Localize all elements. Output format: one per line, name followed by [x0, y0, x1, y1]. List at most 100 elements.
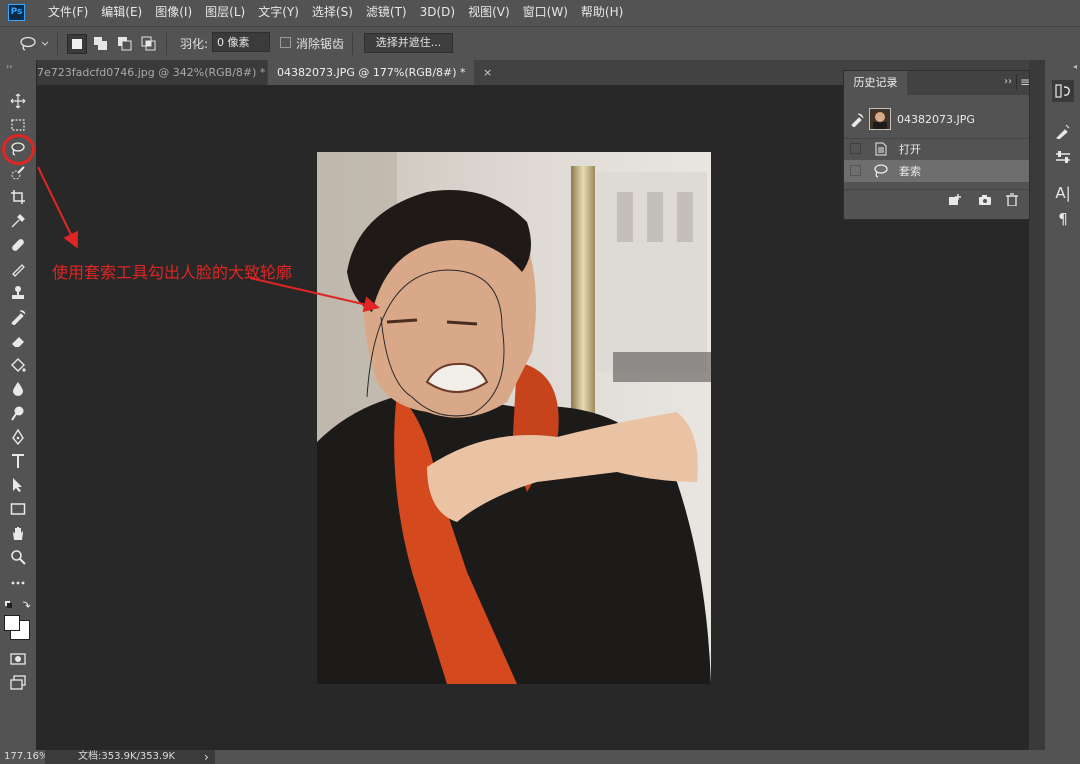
intersect-selection-icon — [141, 36, 156, 51]
dock-collapse-icon[interactable]: ◂ — [1073, 62, 1077, 71]
intersect-selection-button[interactable] — [141, 36, 156, 51]
path-selection-tool[interactable] — [6, 474, 30, 496]
adjustments-button[interactable] — [1052, 146, 1074, 168]
photo-car — [613, 352, 711, 382]
hand-tool[interactable] — [6, 522, 30, 544]
blur-tool[interactable] — [6, 378, 30, 400]
select-and-mask-button[interactable]: 选择并遮住... — [364, 33, 453, 53]
status-menu-arrow-icon[interactable]: › — [204, 750, 209, 764]
document-photo[interactable] — [317, 152, 711, 684]
paint-bucket-tool[interactable] — [6, 354, 30, 376]
foreground-color-swatch[interactable] — [4, 615, 20, 631]
history-tab[interactable]: 历史记录 — [844, 71, 907, 95]
new-document-from-state-icon[interactable] — [948, 194, 962, 206]
feather-input[interactable]: 0 像素 — [212, 32, 270, 52]
panel-menu-icon[interactable]: ≡ — [1020, 75, 1030, 89]
brush-settings-button[interactable] — [1052, 120, 1074, 142]
zoom-tool[interactable] — [6, 546, 30, 568]
add-selection-icon — [94, 37, 107, 50]
menu-3d[interactable]: 3D(D) — [414, 0, 462, 26]
menu-layer[interactable]: 图层(L) — [199, 0, 252, 26]
zoom-level[interactable]: 177.16% — [4, 750, 49, 764]
clone-stamp-tool[interactable] — [6, 282, 30, 304]
close-icon[interactable]: × — [483, 66, 492, 79]
document-size[interactable]: 文档:353.9K/353.9K — [78, 750, 175, 764]
history-step-lasso[interactable]: 套索 — [844, 160, 1029, 182]
type-icon — [12, 454, 24, 468]
droplet-icon — [13, 382, 23, 396]
menu-file[interactable]: 文件(F) — [42, 0, 95, 26]
swap-default-colors[interactable] — [4, 600, 32, 612]
history-brush-source-icon[interactable] — [850, 113, 864, 127]
eyedropper-tool[interactable] — [6, 210, 30, 232]
new-selection-button[interactable] — [67, 34, 87, 54]
brush-settings-icon — [1056, 124, 1070, 139]
stamp-icon — [12, 286, 24, 299]
history-footer — [844, 189, 1029, 210]
lasso-icon — [874, 164, 888, 178]
photo-window — [617, 192, 633, 242]
quick-selection-icon — [11, 166, 25, 180]
history-snapshot[interactable]: 04382073.JPG — [844, 104, 1029, 138]
move-icon — [10, 93, 26, 109]
photo-window — [647, 192, 663, 242]
pen-tool[interactable] — [6, 426, 30, 448]
healing-brush-tool[interactable] — [6, 234, 30, 256]
screen-mode-button[interactable] — [6, 672, 30, 694]
antialias-label: 消除锯齿 — [296, 37, 345, 51]
crop-tool[interactable] — [6, 186, 30, 208]
dodge-tool[interactable] — [6, 402, 30, 424]
menu-filter[interactable]: 滤镜(T) — [360, 0, 414, 26]
history-icon — [1055, 84, 1070, 98]
tab-label: 7e723fadcfd0746.jpg @ 342%(RGB/8#) * — [37, 66, 266, 79]
type-tool[interactable] — [6, 450, 30, 472]
more-tools-button[interactable] — [6, 572, 30, 594]
quick-mask-icon — [10, 653, 26, 665]
panel-collapse-icon[interactable]: ›› — [6, 62, 12, 71]
photoshop-logo: Ps — [8, 4, 25, 21]
menu-image[interactable]: 图像(I) — [149, 0, 199, 26]
trash-icon[interactable] — [1006, 193, 1018, 206]
feather-label: 羽化: — [180, 37, 209, 51]
sliders-icon — [1056, 151, 1070, 163]
move-tool[interactable] — [6, 90, 30, 112]
eyedropper-icon — [11, 214, 25, 228]
history-step-open[interactable]: 打开 — [844, 138, 1029, 160]
history-panel-button[interactable] — [1052, 80, 1074, 102]
history-step-label: 套索 — [899, 165, 921, 178]
menu-select[interactable]: 选择(S) — [306, 0, 360, 26]
options-bar: 羽化: 0 像素 消除锯齿 选择并遮住... — [0, 26, 1080, 60]
document-icon — [875, 142, 887, 156]
quick-selection-tool[interactable] — [6, 162, 30, 184]
paragraph-icon: ¶ — [1058, 210, 1068, 228]
quick-mask-button[interactable] — [6, 648, 30, 670]
tool-preset-picker[interactable] — [18, 35, 49, 53]
document-tab-inactive[interactable]: 7e723fadcfd0746.jpg @ 342%(RGB/8#) * × — [37, 60, 267, 85]
menu-view[interactable]: 视图(V) — [462, 0, 517, 26]
dodge-icon — [11, 406, 24, 421]
paragraph-panel-button[interactable]: ¶ — [1052, 208, 1074, 230]
antialias-checkbox[interactable] — [280, 37, 291, 48]
subtract-selection-button[interactable] — [117, 36, 132, 51]
bandage-icon — [12, 239, 24, 251]
camera-icon[interactable] — [978, 194, 992, 206]
magnifier-icon — [11, 550, 26, 565]
history-brush-tool[interactable] — [6, 306, 30, 328]
document-tab-active[interactable]: 04382073.JPG @ 177%(RGB/8#) * × — [268, 60, 492, 85]
menu-window[interactable]: 窗口(W) — [517, 0, 575, 26]
panel-collapse-icon[interactable]: ›› — [1004, 76, 1012, 87]
eraser-tool[interactable] — [6, 330, 30, 352]
tab-label: 04382073.JPG @ 177%(RGB/8#) * — [277, 66, 466, 79]
rectangle-tool[interactable] — [6, 498, 30, 520]
menu-edit[interactable]: 编辑(E) — [95, 0, 149, 26]
history-source-checkbox[interactable] — [850, 143, 861, 154]
add-selection-button[interactable] — [93, 36, 108, 51]
history-source-checkbox[interactable] — [850, 165, 861, 176]
character-panel-button[interactable]: A| — [1052, 182, 1074, 204]
subtract-selection-icon — [118, 37, 132, 51]
brush-tool[interactable] — [6, 258, 30, 280]
marquee-tool[interactable] — [6, 114, 30, 136]
menu-type[interactable]: 文字(Y) — [252, 0, 306, 26]
history-step-label: 打开 — [899, 143, 921, 156]
menu-help[interactable]: 帮助(H) — [575, 0, 630, 26]
